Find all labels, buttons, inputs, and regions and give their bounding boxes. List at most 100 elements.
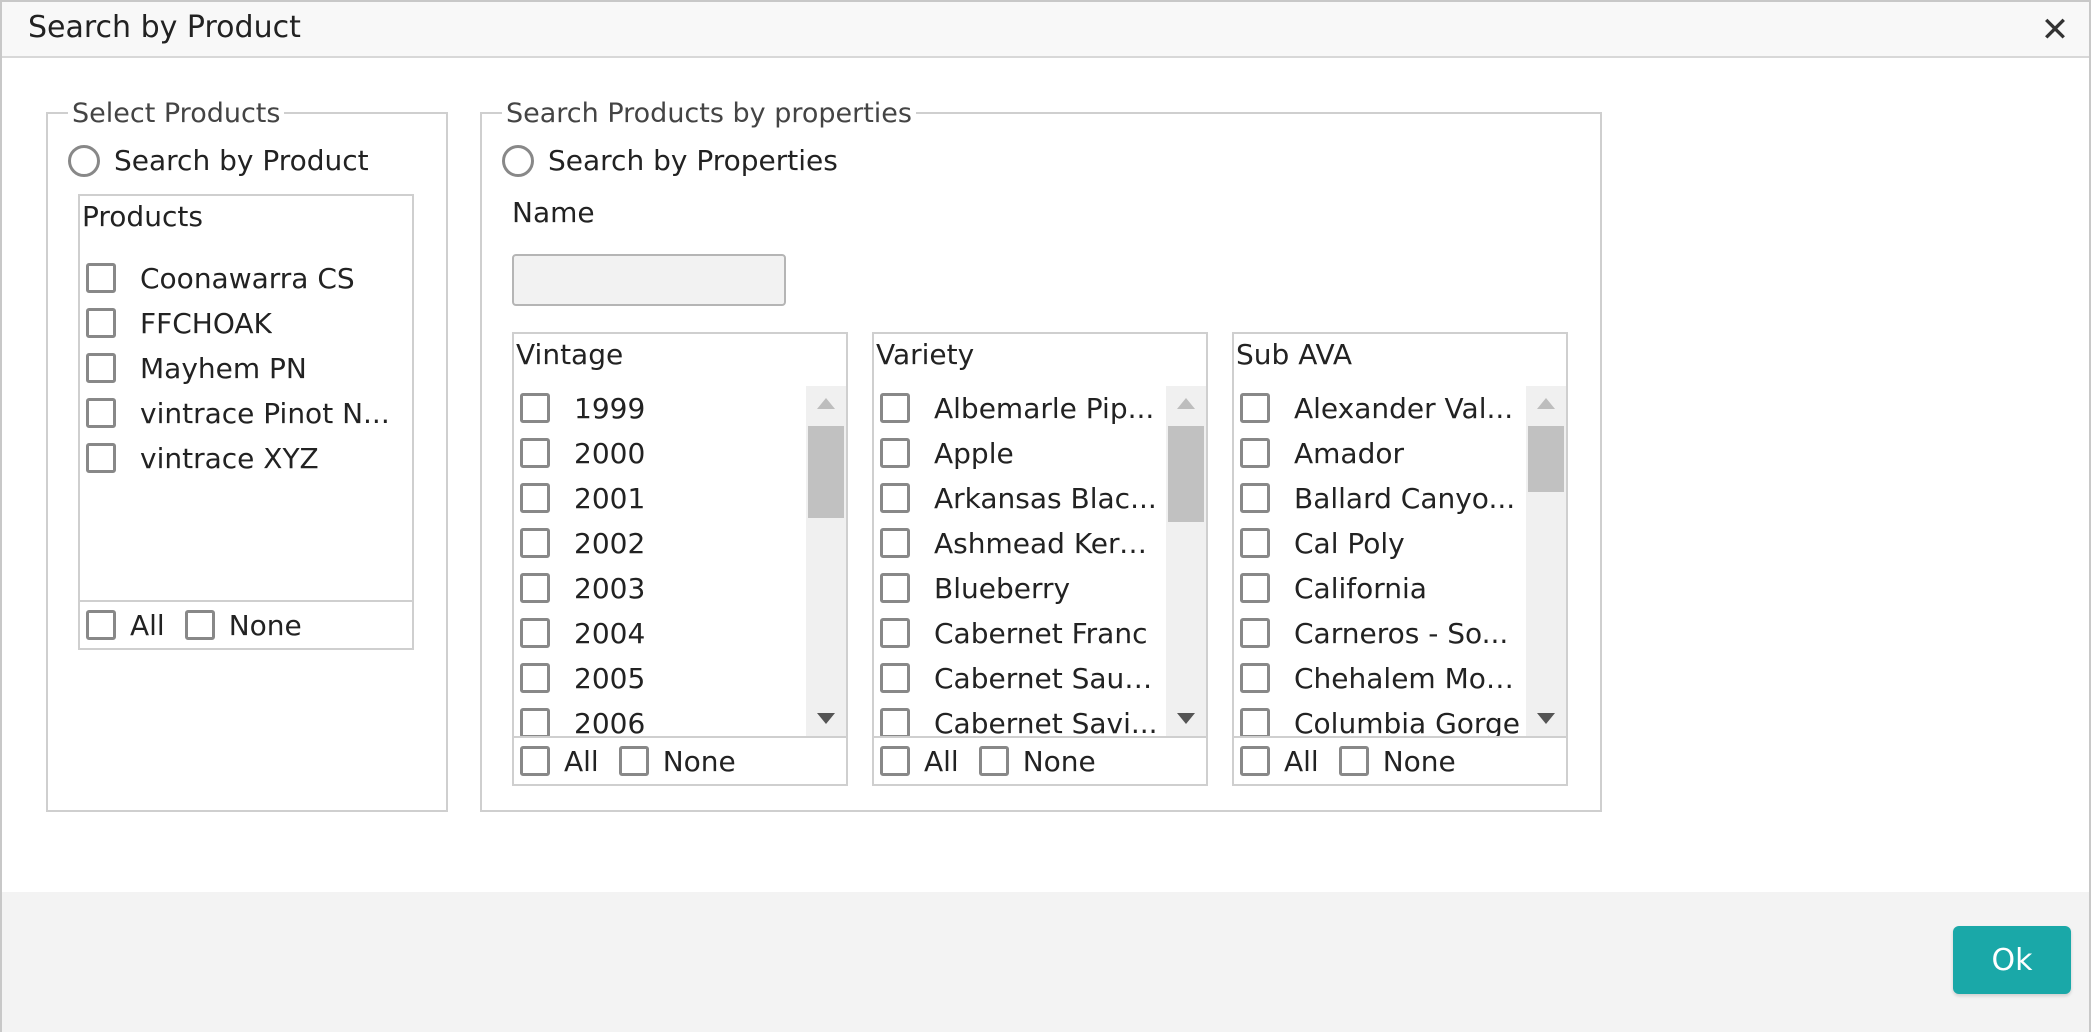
scroll-up-icon[interactable]	[817, 398, 835, 409]
checkbox[interactable]	[880, 438, 910, 468]
list-item[interactable]: California	[1240, 568, 1427, 608]
name-label: Name	[512, 196, 595, 229]
all-option[interactable]: All	[1240, 745, 1319, 778]
checkbox[interactable]	[520, 708, 550, 736]
search-by-product-dialog: Search by Product ✕ Select Products Sear…	[0, 0, 2091, 1032]
list-item[interactable]: 2005	[520, 658, 645, 698]
vintage-title: Vintage	[516, 338, 624, 371]
all-checkbox[interactable]	[86, 610, 116, 640]
all-checkbox[interactable]	[520, 746, 550, 776]
list-item[interactable]: Ashmead Kerne...	[880, 523, 1164, 563]
list-item[interactable]: FFCHOAK	[86, 303, 272, 343]
select-products-legend: Select Products	[68, 98, 285, 129]
checkbox[interactable]	[520, 393, 550, 423]
checkbox[interactable]	[520, 663, 550, 693]
checkbox[interactable]	[1240, 573, 1270, 603]
search-by-properties-radio[interactable]	[502, 144, 534, 177]
list-item[interactable]: Albemarle Pip...	[880, 388, 1154, 428]
checkbox[interactable]	[1240, 528, 1270, 558]
all-option[interactable]: All	[86, 609, 165, 642]
none-checkbox[interactable]	[1338, 746, 1369, 776]
checkbox[interactable]	[1240, 438, 1270, 468]
scroll-down-icon[interactable]	[817, 713, 835, 724]
list-item[interactable]: 2006	[520, 703, 645, 736]
checkbox[interactable]	[880, 393, 910, 423]
list-item[interactable]: Mayhem PN	[86, 348, 307, 388]
checkbox[interactable]	[520, 438, 550, 468]
checkbox[interactable]	[1240, 393, 1270, 423]
list-item[interactable]: Ballard Canyo...	[1240, 478, 1515, 518]
none-option[interactable]: None	[184, 609, 302, 642]
checkbox[interactable]	[520, 573, 550, 603]
checkbox[interactable]	[86, 308, 116, 338]
checkbox[interactable]	[1240, 618, 1270, 648]
scroll-thumb[interactable]	[808, 426, 844, 518]
list-item[interactable]: Columbia Gorge	[1240, 703, 1520, 736]
checkbox[interactable]	[880, 708, 910, 736]
list-item[interactable]: 2004	[520, 613, 645, 653]
variety-listbox: Variety Albemarle Pip... Apple Arkansas …	[872, 332, 1208, 786]
none-checkbox[interactable]	[184, 610, 215, 640]
none-option[interactable]: None	[618, 745, 736, 778]
list-item[interactable]: vintrace XYZ	[86, 438, 319, 478]
checkbox[interactable]	[1240, 663, 1270, 693]
list-item[interactable]: Coonawarra CS	[86, 258, 355, 298]
checkbox[interactable]	[520, 483, 550, 513]
all-option[interactable]: All	[520, 745, 599, 778]
none-checkbox[interactable]	[618, 746, 649, 776]
search-by-product-radio-row[interactable]: Search by Product	[68, 144, 369, 177]
list-item[interactable]: Amador	[1240, 433, 1404, 473]
checkbox[interactable]	[880, 618, 910, 648]
list-item[interactable]: vintrace Pinot N...	[86, 393, 390, 433]
checkbox[interactable]	[880, 573, 910, 603]
checkbox[interactable]	[86, 398, 116, 428]
scroll-thumb[interactable]	[1168, 426, 1204, 522]
all-checkbox[interactable]	[880, 746, 910, 776]
list-item[interactable]: Cabernet Franc	[880, 613, 1147, 653]
list-item[interactable]: 2002	[520, 523, 645, 563]
list-item[interactable]: 1999	[520, 388, 645, 428]
checkbox[interactable]	[880, 528, 910, 558]
list-item[interactable]: Arkansas Blac...	[880, 478, 1157, 518]
search-by-properties-radio-row[interactable]: Search by Properties	[502, 144, 838, 177]
none-option[interactable]: None	[978, 745, 1096, 778]
none-option[interactable]: None	[1338, 745, 1456, 778]
list-item[interactable]: Cabernet Savi...	[880, 703, 1158, 736]
list-item[interactable]: 2000	[520, 433, 645, 473]
scroll-down-icon[interactable]	[1537, 713, 1555, 724]
checkbox[interactable]	[86, 353, 116, 383]
checkbox[interactable]	[880, 663, 910, 693]
list-item[interactable]: Chehalem Moun...	[1240, 658, 1524, 698]
list-item[interactable]: 2003	[520, 568, 645, 608]
search-by-product-radio[interactable]	[68, 144, 100, 177]
checkbox[interactable]	[520, 618, 550, 648]
list-item[interactable]: Apple	[880, 433, 1014, 473]
checkbox[interactable]	[86, 263, 116, 293]
vintage-listbox: Vintage 1999 2000 2001 2002 2003 2004 20…	[512, 332, 848, 786]
list-item[interactable]: Carneros - So...	[1240, 613, 1508, 653]
all-checkbox[interactable]	[1240, 746, 1270, 776]
scroll-up-icon[interactable]	[1177, 398, 1195, 409]
checkbox[interactable]	[1240, 708, 1270, 736]
variety-scrollbar[interactable]	[1166, 386, 1206, 736]
scroll-down-icon[interactable]	[1177, 713, 1195, 724]
checkbox[interactable]	[86, 443, 116, 473]
ok-button[interactable]: Ok	[1953, 926, 2071, 994]
name-input[interactable]	[512, 254, 786, 306]
vintage-scrollbar[interactable]	[806, 386, 846, 736]
list-item[interactable]: 2001	[520, 478, 645, 518]
list-item[interactable]: Cabernet Sauv...	[880, 658, 1164, 698]
list-item[interactable]: Cal Poly	[1240, 523, 1405, 563]
checkbox[interactable]	[880, 483, 910, 513]
scroll-thumb[interactable]	[1528, 426, 1564, 492]
scroll-up-icon[interactable]	[1537, 398, 1555, 409]
list-item[interactable]: Alexander Val...	[1240, 388, 1513, 428]
all-option[interactable]: All	[880, 745, 959, 778]
none-checkbox[interactable]	[978, 746, 1009, 776]
sub-ava-list: Alexander Val... Amador Ballard Canyo...…	[1234, 384, 1524, 736]
sub-ava-scrollbar[interactable]	[1526, 386, 1566, 736]
close-icon[interactable]: ✕	[2039, 13, 2071, 47]
list-item[interactable]: Blueberry	[880, 568, 1070, 608]
checkbox[interactable]	[520, 528, 550, 558]
checkbox[interactable]	[1240, 483, 1270, 513]
